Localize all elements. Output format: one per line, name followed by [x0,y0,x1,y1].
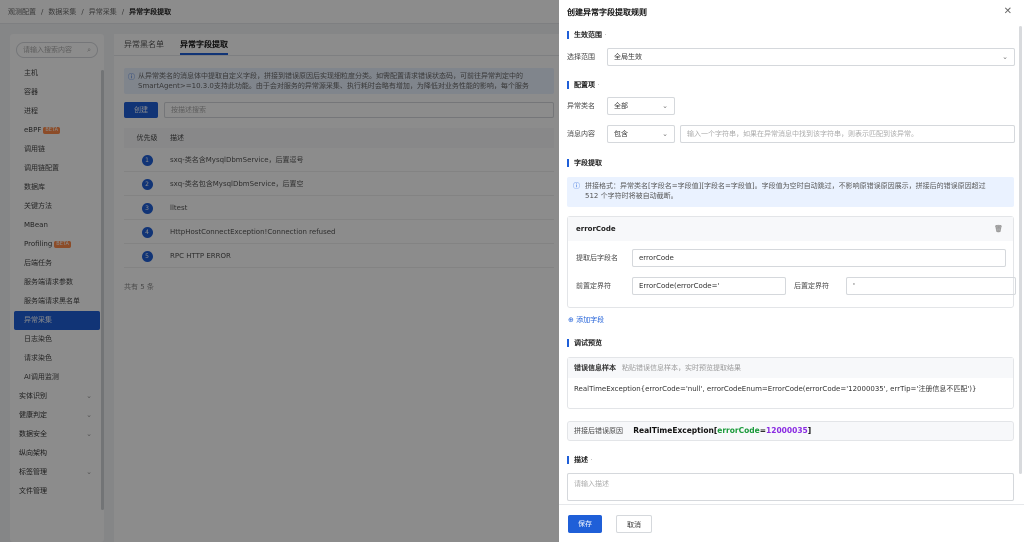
drawer-scrollbar[interactable] [1019,26,1022,474]
sample-header: 错误信息样本 粘贴错误信息样本，实时预览提取结果 [568,358,1013,378]
sample-label: 错误信息样本 [574,364,616,372]
section-desc: 描述 · [567,456,593,464]
drawer-title: 创建异常字段提取规则 [567,7,647,17]
section-title: 生效范围 [574,31,602,39]
section-config: 配置项 · [567,81,600,89]
add-field-button[interactable]: ⊕ 添加字段 [568,315,604,325]
suffix-label: 后置定界符 [794,282,829,290]
plus-circle-icon: ⊕ [568,316,574,324]
required-mark: · [590,456,593,464]
result-key: errorCode [717,426,760,435]
cancel-button[interactable]: 取消 [616,515,652,533]
prefix-input[interactable]: ErrorCode(errorCode=' [632,277,786,295]
section-title: 配置项 [574,81,595,89]
class-row: 异常类名 全部 ⌄ [567,97,675,115]
section-scope: 生效范围 · [567,31,607,39]
field-name-row: 提取后字段名 errorCode [576,249,1006,267]
message-operator-select[interactable]: 包含 ⌄ [607,125,675,143]
field-card: errorCode 🗑 提取后字段名 errorCode 前置定界符 ErrorC… [567,216,1016,308]
extract-notice: ⓘ 拼接格式：异常类名[字段名=字段值][字段名=字段值]。字段值为空时自动跳过… [567,177,1014,207]
result-class: RealTimeException [633,426,714,435]
chevron-down-icon: ⌄ [662,102,668,110]
save-button[interactable]: 保存 [568,515,602,533]
result-value: RealTimeException[errorCode=12000035] [633,426,812,435]
suffix-input[interactable]: ' [846,277,1016,295]
required-mark: · [597,81,600,89]
section-extract: 字段提取 [567,159,602,167]
trash-icon[interactable]: 🗑 [994,217,1003,241]
field-card-title: errorCode [576,225,616,233]
modal-overlay[interactable] [0,0,560,542]
add-field-label: 添加字段 [576,316,605,324]
result-label: 拼接后错误原因 [574,427,623,435]
section-preview: 调试预览 [567,339,602,347]
description-textarea[interactable]: 请输入描述 [567,473,1014,501]
field-name-input[interactable]: errorCode [632,249,1006,267]
sample-input[interactable]: 错误信息样本 粘贴错误信息样本，实时预览提取结果 RealTimeExceptio… [567,357,1014,409]
scope-row: 选择范围 全局生效 ⌄ [567,48,1015,66]
chevron-down-icon: ⌄ [662,130,668,138]
info-icon: ⓘ [573,182,580,190]
message-content-input[interactable]: 输入一个字符串，如果在异常消息中找到该字符串，则表示匹配到该异常。 [680,125,1015,143]
result-preview: 拼接后错误原因 RealTimeException[errorCode=1200… [567,421,1014,441]
message-row: 消息内容 包含 ⌄ 输入一个字符串，如果在异常消息中找到该字符串，则表示匹配到该异… [567,125,1015,143]
class-select[interactable]: 全部 ⌄ [607,97,675,115]
notice-line: 拼接格式：异常类名[字段名=字段值][字段名=字段值]。字段值为空时自动跳过，不… [585,182,986,190]
message-operator-value: 包含 [614,130,628,138]
chevron-down-icon: ⌄ [1002,53,1008,61]
sample-text: RealTimeException{errorCode='null', erro… [574,385,977,393]
delimiter-row: 前置定界符 ErrorCode(errorCode=' 后置定界符 ' [576,277,1016,295]
class-value: 全部 [614,102,628,110]
sample-hint: 粘贴错误信息样本，实时预览提取结果 [622,364,741,372]
result-val: 12000035 [766,426,808,435]
scope-value: 全局生效 [614,53,642,61]
notice-line: 512 个字符时将被自动截断。 [585,192,678,200]
prefix-label: 前置定界符 [576,282,611,290]
field-card-header: errorCode 🗑 [568,217,1013,241]
section-title: 字段提取 [574,159,602,167]
section-title: 调试预览 [574,339,602,347]
required-mark: · [604,31,607,39]
field-name-label: 提取后字段名 [576,254,618,262]
close-icon[interactable]: ✕ [1004,6,1012,17]
scope-label: 选择范围 [567,53,595,61]
message-label: 消息内容 [567,130,595,138]
section-title: 描述 [574,456,588,464]
scope-select[interactable]: 全局生效 ⌄ [607,48,1015,66]
drawer-footer: 保存 取消 [559,504,1024,542]
class-label: 异常类名 [567,102,595,110]
